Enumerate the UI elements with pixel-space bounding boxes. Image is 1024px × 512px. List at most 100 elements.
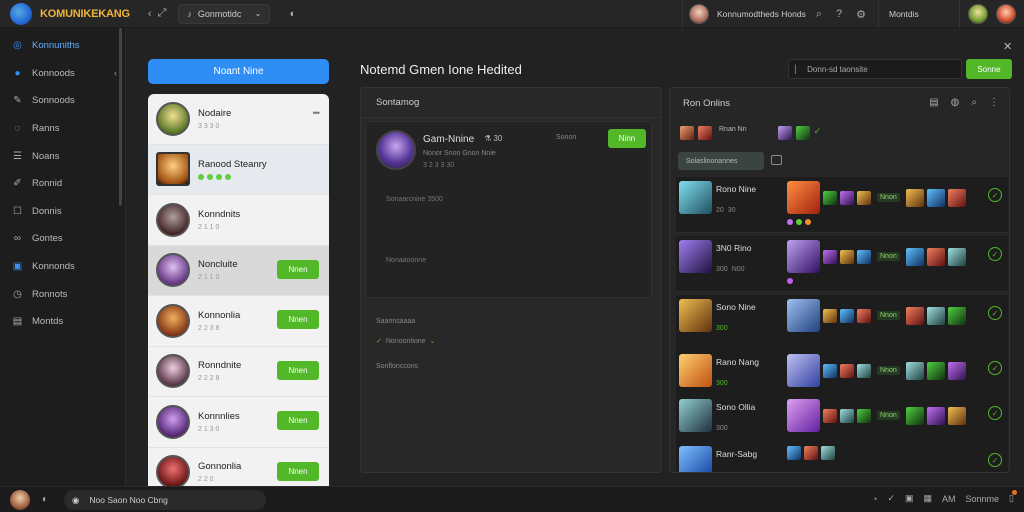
window-icon[interactable]: ▣	[905, 493, 914, 504]
friend-action-button[interactable]: Nnen	[277, 259, 319, 279]
scrollbar[interactable]	[119, 28, 122, 206]
help-icon[interactable]: ?	[836, 8, 842, 20]
friend-row[interactable]: Ranood Steanry	[148, 144, 329, 195]
tab-current[interactable]: ♪ Gonmotidc ⌄	[178, 3, 271, 24]
setting-row[interactable]: ✓ Nonoontione ⌄	[376, 337, 435, 346]
item-icon[interactable]	[840, 363, 854, 378]
check-icon[interactable]: ✓	[988, 188, 1002, 202]
hero-icon[interactable]	[787, 354, 820, 387]
filter-chip[interactable]: Solaslinonannes	[678, 152, 764, 170]
friend-action-button[interactable]: Nnen	[277, 461, 319, 481]
item-icon[interactable]	[947, 306, 966, 325]
item-icon[interactable]	[840, 190, 854, 205]
item-icon[interactable]	[905, 188, 924, 207]
item-icon[interactable]	[926, 188, 945, 207]
hero-icon[interactable]	[680, 126, 694, 140]
sidebar-item[interactable]: ▤ Montds	[0, 308, 125, 336]
sidebar-item[interactable]: ▣ Konnonds	[0, 253, 125, 281]
avatar[interactable]	[156, 253, 190, 288]
item-icon[interactable]	[905, 306, 924, 325]
item-icon[interactable]	[926, 361, 945, 380]
item-icon[interactable]	[947, 247, 966, 266]
hero-portrait[interactable]	[679, 181, 712, 214]
search-icon[interactable]: ⌕	[971, 97, 977, 108]
hero-portrait[interactable]	[679, 299, 712, 332]
bell-icon[interactable]: ▯	[1009, 490, 1017, 504]
item-icon[interactable]	[905, 247, 924, 266]
item-icon[interactable]	[905, 406, 924, 425]
hero-icon[interactable]	[795, 126, 810, 140]
more-icon[interactable]: ⋮	[989, 97, 999, 108]
mic-icon[interactable]: ◐	[42, 494, 48, 505]
search-icon[interactable]: ⌕	[816, 8, 822, 21]
friend-action-button[interactable]: Nnen	[277, 411, 319, 430]
info-icon[interactable]: ◖	[288, 8, 295, 20]
friend-row[interactable]: Gonnonlia 2 2 0 Nnen	[148, 448, 329, 486]
controller-icon[interactable]: ◍	[951, 97, 960, 108]
check-icon[interactable]: ✓	[988, 453, 1002, 467]
hero-icon[interactable]	[777, 126, 792, 140]
item-icon[interactable]	[857, 190, 871, 205]
avatar[interactable]	[156, 152, 190, 187]
hero-icon[interactable]	[787, 399, 820, 432]
item-icon[interactable]	[857, 363, 871, 378]
sidebar-item[interactable]: ◌ Ranns	[0, 115, 125, 143]
hero-portrait[interactable]	[679, 446, 712, 472]
sidebar-item[interactable]: ∞ Gontes	[0, 225, 125, 253]
item-icon[interactable]	[947, 361, 966, 380]
match-row[interactable]: Rono Nine 20 30 Nnon ✓	[676, 177, 1008, 233]
calendar-icon[interactable]: ▦	[924, 493, 933, 504]
image-icon[interactable]: ▤	[929, 97, 938, 108]
sidebar-item[interactable]: ☐ Donnis	[0, 198, 125, 226]
expand-icon[interactable]: ⤢	[158, 7, 167, 20]
hero-portrait[interactable]	[679, 354, 712, 387]
item-icon[interactable]	[947, 406, 966, 425]
check-icon[interactable]: ✓	[988, 306, 1002, 320]
network-icon[interactable]: ◔	[872, 494, 877, 504]
sidebar-item[interactable]: ◎ Konnuniths	[0, 32, 125, 60]
item-icon[interactable]	[926, 247, 945, 266]
hero-portrait[interactable]	[679, 399, 712, 432]
avatar[interactable]	[156, 354, 190, 389]
avatar[interactable]	[156, 455, 190, 486]
pin-icon[interactable]: ✓	[887, 493, 895, 504]
avatar[interactable]	[156, 303, 190, 338]
avatar[interactable]	[376, 130, 416, 170]
item-icon[interactable]	[787, 446, 801, 460]
avatar[interactable]	[156, 101, 190, 136]
sidebar-item[interactable]: ◷ Ronnots	[0, 280, 125, 308]
item-icon[interactable]	[804, 446, 818, 460]
friend-action-button[interactable]: Nnen	[277, 360, 319, 380]
hero-icon[interactable]	[787, 181, 820, 214]
avatar[interactable]	[156, 202, 190, 237]
search-button[interactable]: Sonne	[966, 59, 1012, 79]
back-icon[interactable]: ‹	[148, 8, 152, 20]
friend-action-button[interactable]: Nnen	[277, 310, 319, 329]
avatar[interactable]	[968, 4, 988, 24]
avatar[interactable]	[156, 404, 190, 439]
sidebar-item[interactable]: ● Konnoods ‹	[0, 60, 125, 88]
check-icon[interactable]: ✓	[988, 247, 1002, 261]
invite-button[interactable]: Ninn	[608, 129, 646, 148]
friend-row[interactable]: Ronndnite 2 2 2 8 Nnen	[148, 347, 329, 397]
item-icon[interactable]	[821, 446, 835, 460]
item-icon[interactable]	[926, 406, 945, 425]
friend-row[interactable]: Konndnits 2 1 1 0	[148, 195, 329, 246]
filter-icon[interactable]	[771, 155, 782, 165]
search-input[interactable]: ▏ Donn-sd taonsite	[788, 59, 962, 79]
settings-icon[interactable]: ⚙	[856, 8, 866, 21]
item-icon[interactable]	[840, 408, 854, 423]
friend-row[interactable]: Konnnlies 2 1 3 0 Nnen	[148, 397, 329, 448]
hero-portrait[interactable]	[679, 240, 712, 273]
item-icon[interactable]	[840, 249, 854, 264]
match-row[interactable]: Ranr-Sabg 3N ✓	[676, 442, 1008, 472]
friend-row[interactable]: Noncluite 2 1 1 0 Nnen	[148, 245, 329, 296]
item-icon[interactable]	[823, 363, 837, 378]
item-icon[interactable]	[857, 249, 871, 264]
avatar[interactable]	[996, 4, 1016, 24]
close-icon[interactable]: ✕	[1003, 40, 1012, 53]
hero-icon[interactable]	[787, 299, 820, 332]
check-icon[interactable]: ✓	[988, 406, 1002, 420]
match-row[interactable]: Sono Nine 300 Nnon ✓	[676, 295, 1008, 351]
friends-header-button[interactable]: Noant Nine	[148, 59, 329, 84]
